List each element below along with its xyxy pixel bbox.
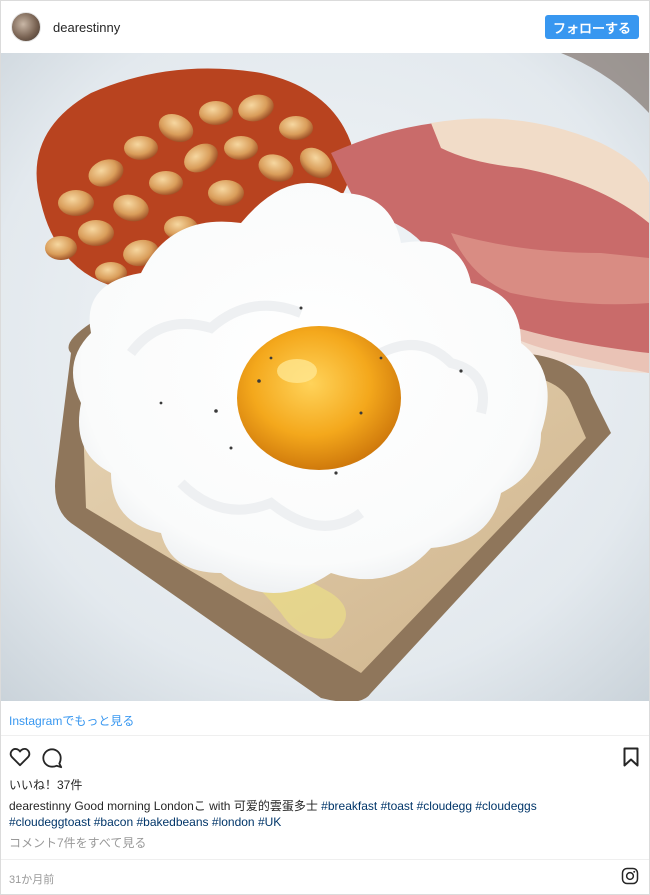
photo-illustration [1, 53, 649, 701]
avatar[interactable] [11, 12, 41, 42]
timestamp[interactable]: 31か月前 [9, 871, 54, 887]
hashtag-cloudeggtoast[interactable]: #cloudeggtoast [9, 815, 90, 829]
hashtag-toast[interactable]: #toast [381, 799, 414, 813]
caption-username[interactable]: dearestinny [9, 799, 71, 813]
hashtag-breakfast[interactable]: #breakfast [321, 799, 377, 813]
hashtag-uk[interactable]: #UK [258, 815, 281, 829]
caption-text: Good morning Londonこ with 可爱的雲蛋多士 [74, 799, 318, 813]
comment-icon[interactable] [41, 747, 63, 774]
divider [1, 859, 649, 860]
username[interactable]: dearestinny [53, 20, 120, 35]
hashtag-bakedbeans[interactable]: #bakedbeans [136, 815, 208, 829]
action-bar [9, 747, 641, 771]
likes-count[interactable]: いいね！37件 [9, 776, 82, 793]
view-all-comments-link[interactable]: コメント7件をすべて見る [9, 834, 146, 851]
view-more-link[interactable]: Instagramでもっと見る [9, 712, 134, 729]
heart-icon[interactable] [9, 747, 31, 772]
hashtag-cloudegg[interactable]: #cloudegg [417, 799, 472, 813]
egg-yolk [237, 326, 401, 470]
hashtag-london[interactable]: #london [212, 815, 255, 829]
divider [1, 735, 649, 736]
follow-button[interactable]: フォローする [545, 15, 639, 39]
hashtag-bacon[interactable]: #bacon [94, 815, 133, 829]
post-header: dearestinny フォローする [1, 1, 649, 53]
hashtag-cloudeggs[interactable]: #cloudeggs [475, 799, 536, 813]
instagram-logo-icon[interactable] [621, 867, 639, 890]
post-photo[interactable] [1, 53, 649, 701]
caption: dearestinny Good morning Londonこ with 可爱… [9, 798, 641, 830]
bookmark-icon[interactable] [623, 747, 639, 772]
instagram-embed: dearestinny フォローする Instagramでもっと見る いいね！3… [0, 0, 650, 895]
